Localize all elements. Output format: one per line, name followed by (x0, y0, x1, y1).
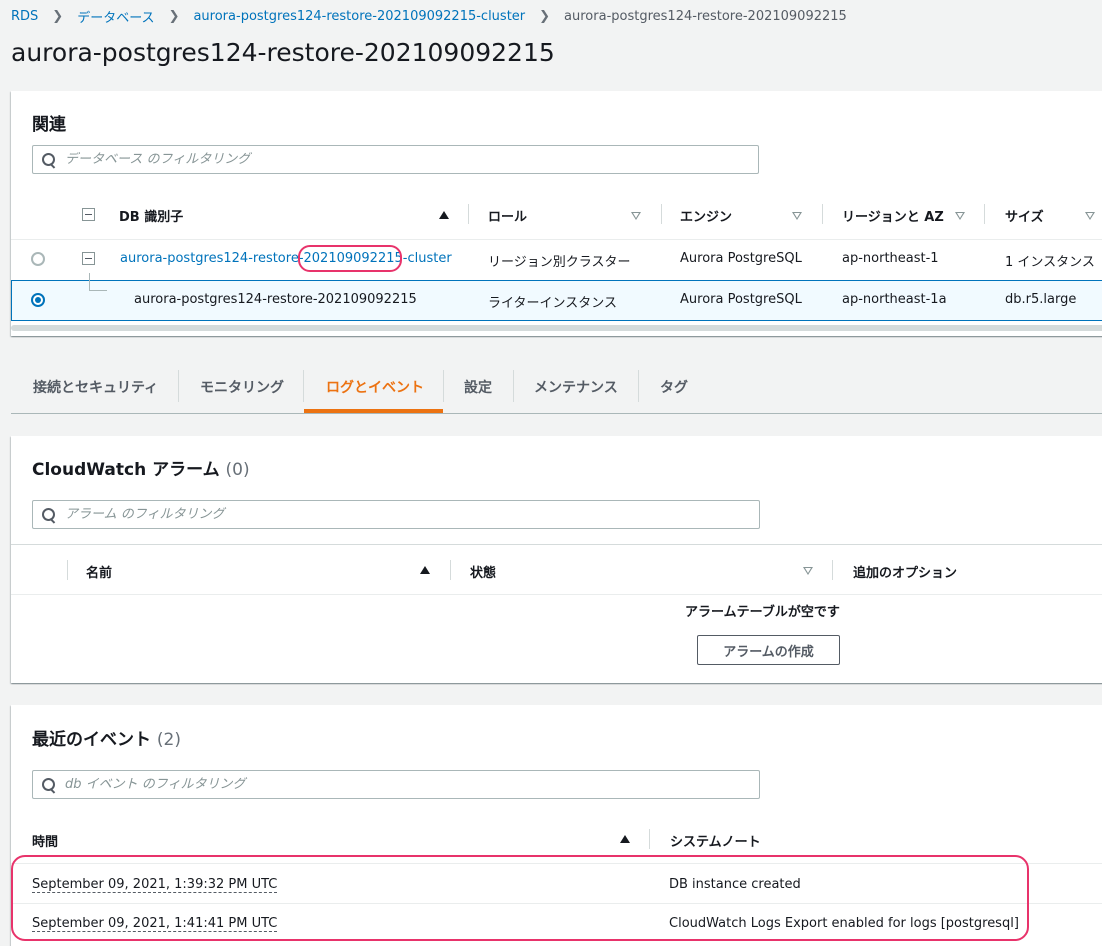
col-size[interactable]: サイズ (1005, 206, 1044, 225)
chevron-right-icon: ❯ (168, 8, 180, 24)
col-role[interactable]: ロール (488, 206, 527, 225)
row-radio-selected[interactable] (31, 293, 45, 307)
page-title: aurora-postgres124-restore-202109092215 (11, 38, 555, 67)
column-divider (67, 560, 68, 580)
sort-asc-icon[interactable] (620, 835, 630, 843)
search-icon (42, 777, 56, 792)
column-divider (822, 204, 823, 224)
header-divider (11, 594, 1102, 595)
tab-divider (638, 370, 639, 402)
col-db-id[interactable]: DB 識別子 (119, 206, 183, 225)
tab-monitoring[interactable]: モニタリング (200, 362, 284, 412)
size-cell: 1 インスタンス (1005, 255, 1095, 270)
column-divider (832, 560, 833, 580)
region-cell: ap-northeast-1 (842, 251, 939, 266)
chevron-right-icon: ❯ (539, 8, 551, 24)
collapse-all-icon[interactable] (82, 208, 95, 221)
column-divider (450, 560, 451, 580)
breadcrumb: RDS ❯ データベース ❯ aurora-postgres124-restor… (11, 6, 847, 26)
col-engine[interactable]: エンジン (680, 206, 732, 225)
role-cell: ライターインスタンス (488, 296, 617, 311)
events-highlight-annotation (11, 855, 1029, 941)
header-divider (11, 239, 1102, 240)
alarms-filter-input[interactable] (65, 507, 759, 522)
tab-divider (178, 370, 179, 402)
tab-divider (513, 370, 514, 402)
tab-divider (443, 370, 444, 402)
active-tab-indicator (304, 409, 443, 413)
header-divider (11, 544, 1102, 545)
region-cell: ap-northeast-1a (842, 292, 947, 307)
engine-cell: Aurora PostgreSQL (680, 292, 802, 307)
highlight-annotation (298, 245, 402, 272)
sort-asc-icon[interactable] (439, 211, 449, 219)
events-filter[interactable] (32, 770, 760, 799)
horizontal-scrollbar[interactable] (11, 325, 1102, 331)
sort-icon[interactable] (803, 567, 813, 575)
col-region[interactable]: リージョンと AZ (842, 206, 944, 225)
size-cell: db.r5.large (1005, 292, 1077, 307)
events-filter-input[interactable] (65, 777, 759, 792)
events-count: (2) (156, 730, 182, 750)
alarms-filter[interactable] (32, 500, 760, 529)
sort-icon[interactable] (631, 212, 641, 220)
tree-connector (89, 273, 107, 291)
create-alarm-button[interactable]: アラームの作成 (697, 635, 840, 665)
tab-connectivity[interactable]: 接続とセキュリティ (33, 362, 158, 412)
column-divider (661, 204, 662, 224)
tab-configuration[interactable]: 設定 (464, 362, 492, 412)
db-id-link[interactable]: aurora-postgres124-restore-202109092215 (134, 292, 417, 307)
engine-cell: Aurora PostgreSQL (680, 251, 802, 266)
col-name[interactable]: 名前 (86, 562, 112, 581)
tab-tags[interactable]: タグ (660, 362, 688, 412)
related-title: 関連 (32, 115, 66, 135)
col-time[interactable]: 時間 (32, 831, 58, 850)
related-filter[interactable] (32, 145, 759, 174)
col-options[interactable]: 追加のオプション (853, 562, 957, 581)
search-icon (42, 152, 56, 167)
detail-tabs: 接続とセキュリティ モニタリング ログとイベント 設定 メンテナンス タグ (11, 362, 1102, 414)
sort-icon[interactable] (792, 212, 802, 220)
alarms-title: CloudWatch アラーム (0) (32, 455, 250, 480)
column-divider (984, 204, 985, 224)
chevron-right-icon: ❯ (52, 8, 64, 24)
search-icon (42, 507, 56, 522)
breadcrumb-rds[interactable]: RDS (11, 9, 38, 24)
breadcrumb-databases[interactable]: データベース (77, 7, 154, 26)
events-title-text: 最近のイベント (32, 730, 151, 750)
db-id-suffix[interactable]: -cluster (403, 251, 452, 266)
column-divider (649, 829, 650, 849)
related-filter-input[interactable] (65, 152, 758, 167)
alarms-panel: CloudWatch アラーム (0) 名前 状態 追加のオプション アラームテ… (11, 436, 1102, 683)
db-id-prefix[interactable]: aurora-postgres124-restore- (120, 251, 304, 266)
table-row-selected[interactable]: aurora-postgres124-restore-202109092215 … (11, 273, 1102, 321)
breadcrumb-current: aurora-postgres124-restore-202109092215 (564, 8, 847, 24)
sort-icon[interactable] (955, 212, 965, 220)
sort-asc-icon[interactable] (420, 566, 430, 574)
events-title: 最近のイベント (2) (32, 725, 181, 750)
alarms-count: (0) (225, 460, 250, 480)
sort-icon[interactable] (1085, 212, 1095, 220)
role-cell: リージョン別クラスター (488, 255, 631, 270)
empty-table-text: アラームテーブルが空です (685, 605, 840, 620)
tab-maintenance[interactable]: メンテナンス (534, 362, 618, 412)
col-state[interactable]: 状態 (470, 562, 496, 581)
tab-divider (303, 370, 304, 402)
tab-logs-events[interactable]: ログとイベント (326, 362, 424, 412)
col-system-note[interactable]: システムノート (670, 831, 761, 850)
related-panel: 関連 DB 識別子 ロール エンジン リージョンと AZ サイズ aurora-… (11, 91, 1102, 336)
collapse-icon[interactable] (82, 252, 95, 265)
breadcrumb-cluster[interactable]: aurora-postgres124-restore-202109092215-… (193, 9, 525, 24)
alarms-title-text: CloudWatch アラーム (32, 460, 220, 480)
column-divider (468, 204, 469, 224)
row-radio[interactable] (31, 252, 45, 266)
